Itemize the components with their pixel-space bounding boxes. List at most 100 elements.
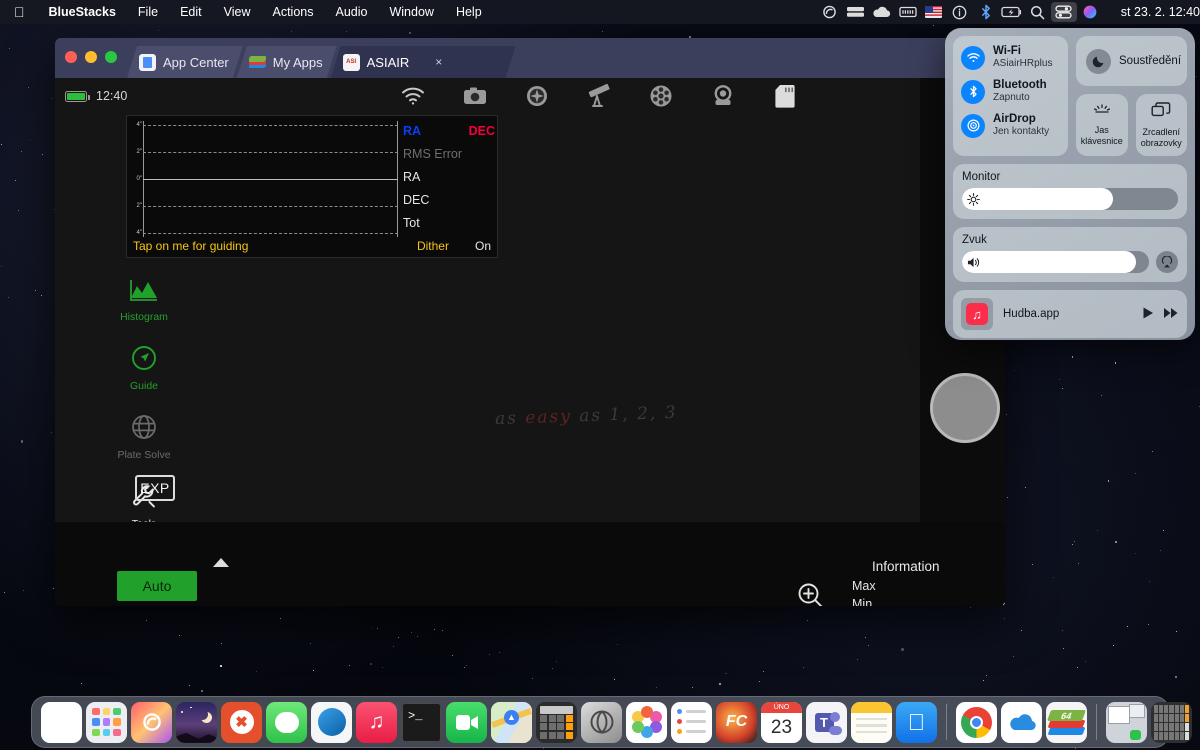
menu-window[interactable]: Window [378, 5, 444, 19]
chart-y-tick-label: 2" [136, 149, 142, 155]
filter-wheel-icon[interactable] [648, 83, 674, 109]
dock-item-photos[interactable] [626, 701, 667, 743]
sd-card-icon[interactable] [772, 83, 798, 109]
volume-slider[interactable] [962, 251, 1149, 273]
creative-cloud-icon[interactable] [817, 2, 843, 22]
dock-item-night-sky[interactable] [176, 701, 217, 743]
cc-wi-fi-toggle[interactable]: Wi-Fi ASiairHRplus [961, 45, 1060, 70]
us-flag-input-icon[interactable] [921, 2, 947, 22]
dither-label[interactable]: Dither [417, 239, 449, 253]
minimize-window-button[interactable] [85, 51, 97, 63]
dock-item-teams[interactable]: T [806, 701, 847, 743]
dock-item-terminal[interactable]: >_ [401, 701, 442, 743]
dock-item-music[interactable]: ♫ [356, 701, 397, 743]
menu-audio[interactable]: Audio [324, 5, 378, 19]
histogram-black-point-handle[interactable] [213, 558, 229, 567]
dock-item-reminders[interactable] [671, 701, 712, 743]
stack-icon[interactable] [843, 2, 869, 22]
menu-edit[interactable]: Edit [169, 5, 213, 19]
guide-camera-icon[interactable] [710, 83, 736, 109]
airplay-audio-icon[interactable] [1156, 251, 1178, 273]
dock-item-chrome[interactable] [956, 701, 997, 743]
dock-item-fc-app[interactable]: FC [716, 701, 757, 743]
dock-item-launchpad[interactable] [86, 701, 127, 743]
battery-charging-icon[interactable] [999, 2, 1025, 22]
close-window-button[interactable] [65, 51, 77, 63]
brightness-slider[interactable] [962, 188, 1178, 210]
play-icon[interactable] [1141, 306, 1155, 323]
auto-stretch-button[interactable]: Auto [117, 571, 197, 601]
dock-item-thunderbird[interactable] [311, 701, 352, 743]
dock-item-trash[interactable] [1196, 702, 1200, 743]
menu-bar-clock[interactable]: st 23. 2. 12:40 [1113, 5, 1200, 19]
legend-dec: DEC [468, 124, 495, 138]
control-center-icon[interactable] [1050, 2, 1077, 22]
menu-view[interactable]: View [213, 5, 262, 19]
guiding-hint[interactable]: Tap on me for guiding [133, 239, 248, 253]
dock-item-minimized-window-1[interactable] [1106, 701, 1147, 743]
download-icon[interactable] [1003, 602, 1005, 606]
magnifier-plus-icon[interactable] [797, 582, 825, 606]
dock-item-bluestacks[interactable]: 64 [1046, 701, 1087, 743]
chart-gridline [143, 233, 398, 234]
tab-label: App Center [163, 54, 229, 70]
dock-item-stellarium[interactable] [581, 701, 622, 743]
dock-item-calendar[interactable]: ÚNO 23 [761, 701, 802, 743]
tab-my-apps[interactable]: My Apps [237, 46, 337, 78]
cc-airdrop-toggle[interactable]: AirDrop Jen kontakty [961, 113, 1060, 138]
dock-item-onedrive[interactable] [1001, 701, 1042, 743]
telescope-mount-icon[interactable] [586, 83, 612, 109]
keyboard-brightness-tile[interactable]: Jas klávesnice [1076, 94, 1128, 156]
menu-help[interactable]: Help [445, 5, 493, 19]
cc-toggle-title: Wi-Fi [993, 45, 1021, 57]
info-circle-icon[interactable] [947, 2, 973, 22]
close-tab-icon[interactable]: × [435, 55, 442, 69]
dock-item-minimized-window-2[interactable] [1151, 701, 1192, 743]
tab-app-center[interactable]: App Center [127, 46, 243, 78]
menu-actions[interactable]: Actions [261, 5, 324, 19]
siri-icon[interactable] [1077, 2, 1103, 22]
guiding-chart[interactable]: 4" 2" 0" 2" 4" [133, 121, 398, 237]
bluetooth-icon[interactable] [973, 2, 999, 22]
wifi-icon[interactable] [400, 83, 426, 109]
shutter-button[interactable] [930, 373, 1000, 443]
cloud-icon[interactable] [869, 2, 895, 22]
apple-logo-icon[interactable]:  [0, 5, 38, 19]
dock-item-messages[interactable] [266, 701, 307, 743]
cc-bluetooth-toggle[interactable]: Bluetooth Zapnuto [961, 79, 1060, 104]
zoom-window-button[interactable] [105, 51, 117, 63]
information-row: Max [852, 577, 888, 595]
tool-histogram[interactable]: Histogram [117, 278, 171, 323]
dock-item-calculator[interactable] [536, 701, 577, 743]
airdrop-icon [961, 113, 985, 138]
fast-forward-icon[interactable] [1163, 306, 1179, 323]
window-tab-strip: App Center My Apps ASI ASIAIR × [127, 38, 510, 78]
dock-item-creative-cloud[interactable] [131, 701, 172, 743]
guiding-graph-panel[interactable]: 4" 2" 0" 2" 4" RA DEC RMS Error RA DEC Tot Tap on… [126, 115, 498, 258]
tool-guide[interactable]: Guide [117, 345, 171, 392]
focus-toggle[interactable]: Soustředění [1076, 36, 1187, 86]
battery-bar-icon[interactable] [895, 2, 921, 22]
screen-mirroring-tile[interactable]: Zrcadlení obrazovky [1135, 94, 1187, 156]
tool-plate-solve[interactable]: Plate Solve [117, 414, 171, 461]
screen-mirroring-icon [1151, 101, 1171, 122]
dock-item-maps[interactable]: ▲ [491, 701, 532, 743]
guide-stat-label: DEC [403, 193, 430, 207]
dock-item-x-app[interactable]: ✖ [221, 701, 262, 743]
macos-menu-bar:  BlueStacksFileEditViewActionsAudioWind… [0, 0, 1200, 24]
tab-asiair[interactable]: ASI ASIAIR × [331, 46, 516, 78]
menu-bluestacks[interactable]: BlueStacks [38, 5, 127, 19]
main-camera-icon[interactable] [462, 83, 488, 109]
cc-toggle-title: Bluetooth [993, 79, 1047, 91]
dock-item-finder[interactable] [41, 701, 82, 743]
display-label: Monitor [962, 171, 1001, 183]
dock-item-app-store[interactable]:  [896, 701, 937, 743]
menu-file[interactable]: File [127, 5, 169, 19]
dock-item-facetime[interactable] [446, 701, 487, 743]
dither-value[interactable]: On [475, 239, 491, 253]
search-icon[interactable] [1025, 2, 1051, 22]
exposure-button[interactable]: EXP [135, 475, 175, 501]
dock-item-notes[interactable] [851, 701, 892, 743]
sound-card: Zvuk [953, 227, 1187, 282]
focuser-icon[interactable] [524, 83, 550, 109]
